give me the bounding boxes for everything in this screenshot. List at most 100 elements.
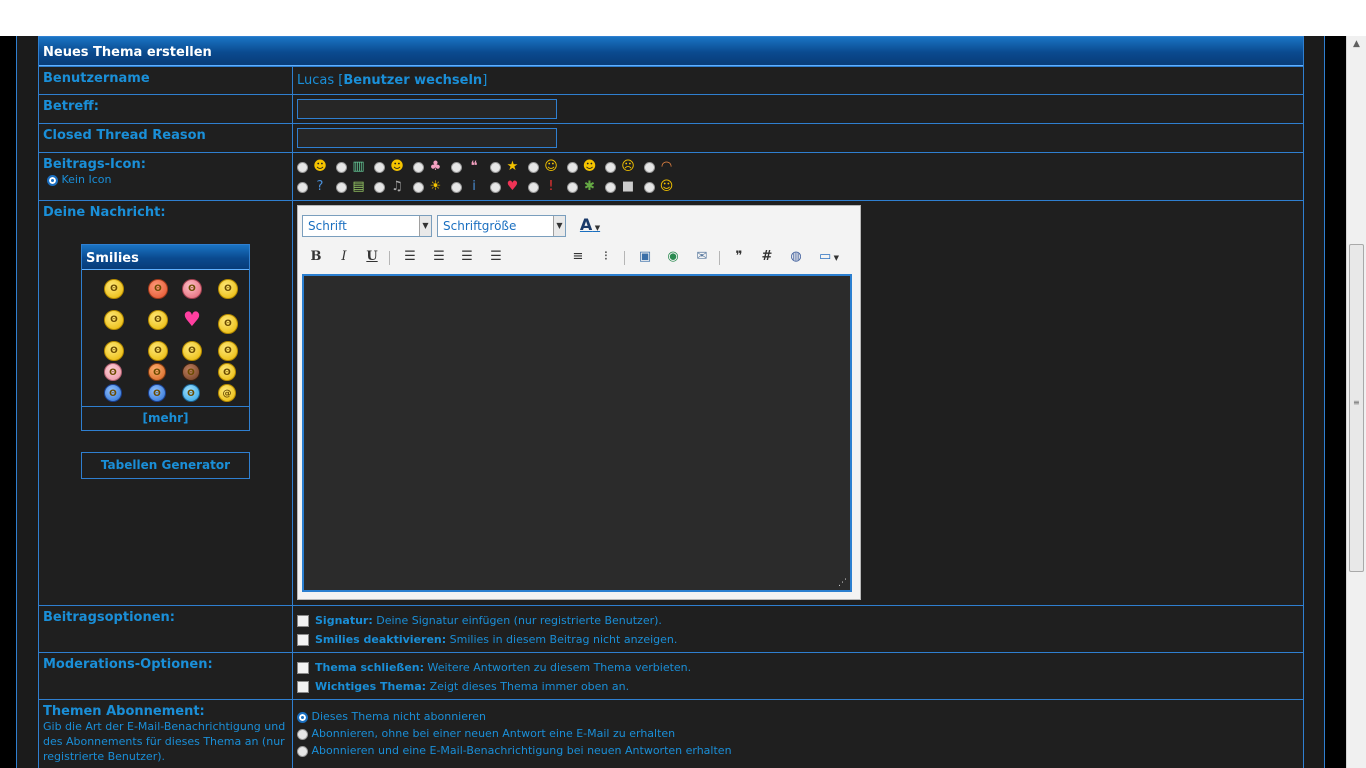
icon-radio[interactable] (605, 181, 616, 193)
sticky-checkbox[interactable] (297, 681, 309, 693)
ordered-list-icon[interactable]: ≡ (569, 248, 587, 266)
underline-button[interactable]: U (363, 248, 381, 266)
icon-radio[interactable] (566, 161, 578, 173)
resize-grip-icon[interactable]: ⋰ (838, 578, 847, 588)
video-icon[interactable]: ▭ ▼ (815, 248, 843, 266)
rolleyes-smiley-icon[interactable]: ʘ (218, 341, 238, 361)
mad-smiley-icon[interactable]: ʘ (148, 279, 168, 299)
thinking-smiley-icon[interactable]: ʘ (182, 341, 202, 361)
wink-smiley-icon[interactable]: ʘ (148, 341, 168, 361)
subject-input[interactable] (297, 99, 557, 119)
icon-radio[interactable] (412, 181, 424, 193)
code-icon[interactable]: ◍ (787, 248, 805, 266)
no-icon-radio[interactable] (47, 174, 58, 186)
align-center-icon[interactable]: ☰ (430, 248, 448, 266)
icon-radio[interactable] (335, 161, 347, 173)
sticky-desc: Zeigt dieses Thema immer oben an. (429, 680, 630, 693)
icon-radio[interactable] (528, 181, 539, 193)
subscription-radio-3[interactable] (297, 745, 308, 757)
icon-radio[interactable] (374, 161, 385, 173)
subscription-radio-2[interactable] (297, 728, 308, 740)
no-icon-option[interactable]: Kein Icon (43, 173, 111, 186)
close-thread-checkbox[interactable] (297, 662, 309, 674)
icon-radio[interactable] (528, 161, 539, 173)
idea-icon: ☀ (429, 179, 442, 194)
message-textarea[interactable]: ⋰ (302, 274, 852, 592)
blink-smiley-icon[interactable]: ʘ (218, 363, 236, 381)
sick-smiley-icon[interactable]: ʘ (104, 363, 122, 381)
vertical-scrollbar[interactable]: ▲ ≡ (1346, 36, 1366, 768)
italic-button[interactable]: I (335, 248, 353, 266)
icon-radio[interactable] (643, 181, 655, 193)
icon-radio[interactable] (643, 161, 655, 173)
align-right-icon[interactable]: ☰ (458, 248, 476, 266)
unordered-list-icon[interactable]: ⁝ (597, 248, 615, 266)
film-icon: ▥ (352, 159, 365, 174)
username-label: Benutzername (39, 67, 293, 94)
size-select[interactable]: Schriftgröße ▼ (437, 215, 566, 237)
font-select[interactable]: Schrift ▼ (302, 215, 432, 237)
sad-icon: ☹ (621, 159, 635, 174)
shades-smiley-icon[interactable]: ʘ (182, 363, 200, 381)
confused-smiley-icon[interactable]: ʘ (218, 279, 238, 299)
shocked-smiley-icon[interactable]: ʘ (148, 310, 168, 330)
cold-smiley-icon[interactable]: ʘ (104, 384, 122, 402)
sticky-option: Wichtiges Thema: Zeigt dieses Thema imme… (297, 677, 1299, 696)
message-label: Deine Nachricht: (43, 205, 166, 220)
quote-icon[interactable]: ❞ (730, 248, 748, 266)
scroll-up-arrow-icon[interactable]: ▲ (1347, 36, 1366, 53)
rainbow-icon: ◠ (660, 159, 673, 174)
laugh-smiley-icon[interactable]: ʘ (182, 279, 202, 299)
message-row: Deine Nachricht: Smilies ʘ ʘ ʘ ʘ ʘ ʘ ♥ ʘ… (39, 200, 1303, 605)
closed-reason-row: Closed Thread Reason (39, 123, 1303, 152)
dizzy-smiley-icon[interactable]: ʘ (218, 314, 238, 334)
monkey-smiley-icon[interactable]: ʘ (148, 363, 166, 381)
icon-radio[interactable] (335, 181, 347, 193)
icon-radio[interactable] (297, 181, 308, 193)
hash-button[interactable]: # (758, 248, 776, 266)
insert-image-icon[interactable]: ▣ (636, 248, 654, 266)
form-title: Neues Thema erstellen (39, 37, 1303, 66)
closed-reason-label: Closed Thread Reason (39, 124, 293, 152)
icon-radio[interactable] (489, 161, 501, 173)
change-user-link[interactable]: Benutzer wechseln (343, 73, 482, 88)
smilies-panel: Smilies ʘ ʘ ʘ ʘ ʘ ʘ ♥ ʘ ʘ ʘ ʘ ʘ ʘ ʘ ʘ ʘ … (81, 244, 250, 431)
font-select-value: Schrift (308, 219, 347, 233)
icon-radio[interactable] (605, 161, 616, 173)
closed-reason-input[interactable] (297, 128, 557, 148)
disable-smilies-checkbox[interactable] (297, 634, 309, 646)
align-left-icon[interactable]: ☰ (401, 248, 419, 266)
insert-link-icon[interactable]: ◉ (664, 248, 682, 266)
icon-radio[interactable] (412, 161, 424, 173)
icon-radio[interactable] (566, 181, 578, 193)
post-icon-field: ☻ ▥ ☻ ♣ ❝ ★ ☺ ☻ ☹ ◠ ? ▤ ♫ ☀ i ♥ ! ✱ ■ ☺ (293, 153, 1303, 200)
more-smilies-link[interactable]: [mehr] (82, 406, 249, 430)
username-field: Lucas [Benutzer wechseln] (293, 67, 1303, 94)
icon-radio[interactable] (451, 181, 462, 193)
idea-smiley-icon[interactable]: ʘ (104, 341, 124, 361)
heart-icon: ♥ (506, 179, 519, 194)
cool-smiley-icon[interactable]: ʘ (104, 310, 124, 330)
table-generator-button[interactable]: Tabellen Generator (81, 452, 250, 479)
icon-radio[interactable] (451, 161, 462, 173)
blue-smiley-icon[interactable]: ʘ (148, 384, 166, 402)
angel-smiley-icon[interactable]: ʘ (104, 279, 124, 299)
icon-radio[interactable] (489, 181, 501, 193)
justify-icon[interactable]: ☰ (487, 248, 505, 266)
subscription-radio-1[interactable] (297, 711, 308, 723)
icon-row-2: ? ▤ ♫ ☀ i ♥ ! ✱ ■ ☺ (297, 177, 1299, 197)
text-color-button[interactable]: A ▼ (576, 216, 604, 234)
insert-email-icon[interactable]: ✉ (693, 248, 711, 266)
message-label-cell: Deine Nachricht: Smilies ʘ ʘ ʘ ʘ ʘ ʘ ♥ ʘ… (39, 201, 293, 605)
disable-smilies-desc: Smilies in diesem Beitrag nicht anzeigen… (449, 633, 678, 646)
at-smiley-icon[interactable]: @ (218, 384, 236, 402)
icon-radio[interactable] (374, 181, 385, 193)
heart-smiley-icon[interactable]: ♥ (182, 309, 202, 330)
mod-options-row: Moderations-Optionen: Thema schließen: W… (39, 652, 1303, 699)
bold-button[interactable]: B (307, 248, 325, 266)
signature-checkbox[interactable] (297, 615, 309, 627)
icon-radio[interactable] (297, 161, 308, 173)
closed-reason-field (293, 124, 1303, 152)
scroll-thumb[interactable]: ≡ (1349, 244, 1364, 572)
happy-blue-smiley-icon[interactable]: ʘ (182, 384, 200, 402)
